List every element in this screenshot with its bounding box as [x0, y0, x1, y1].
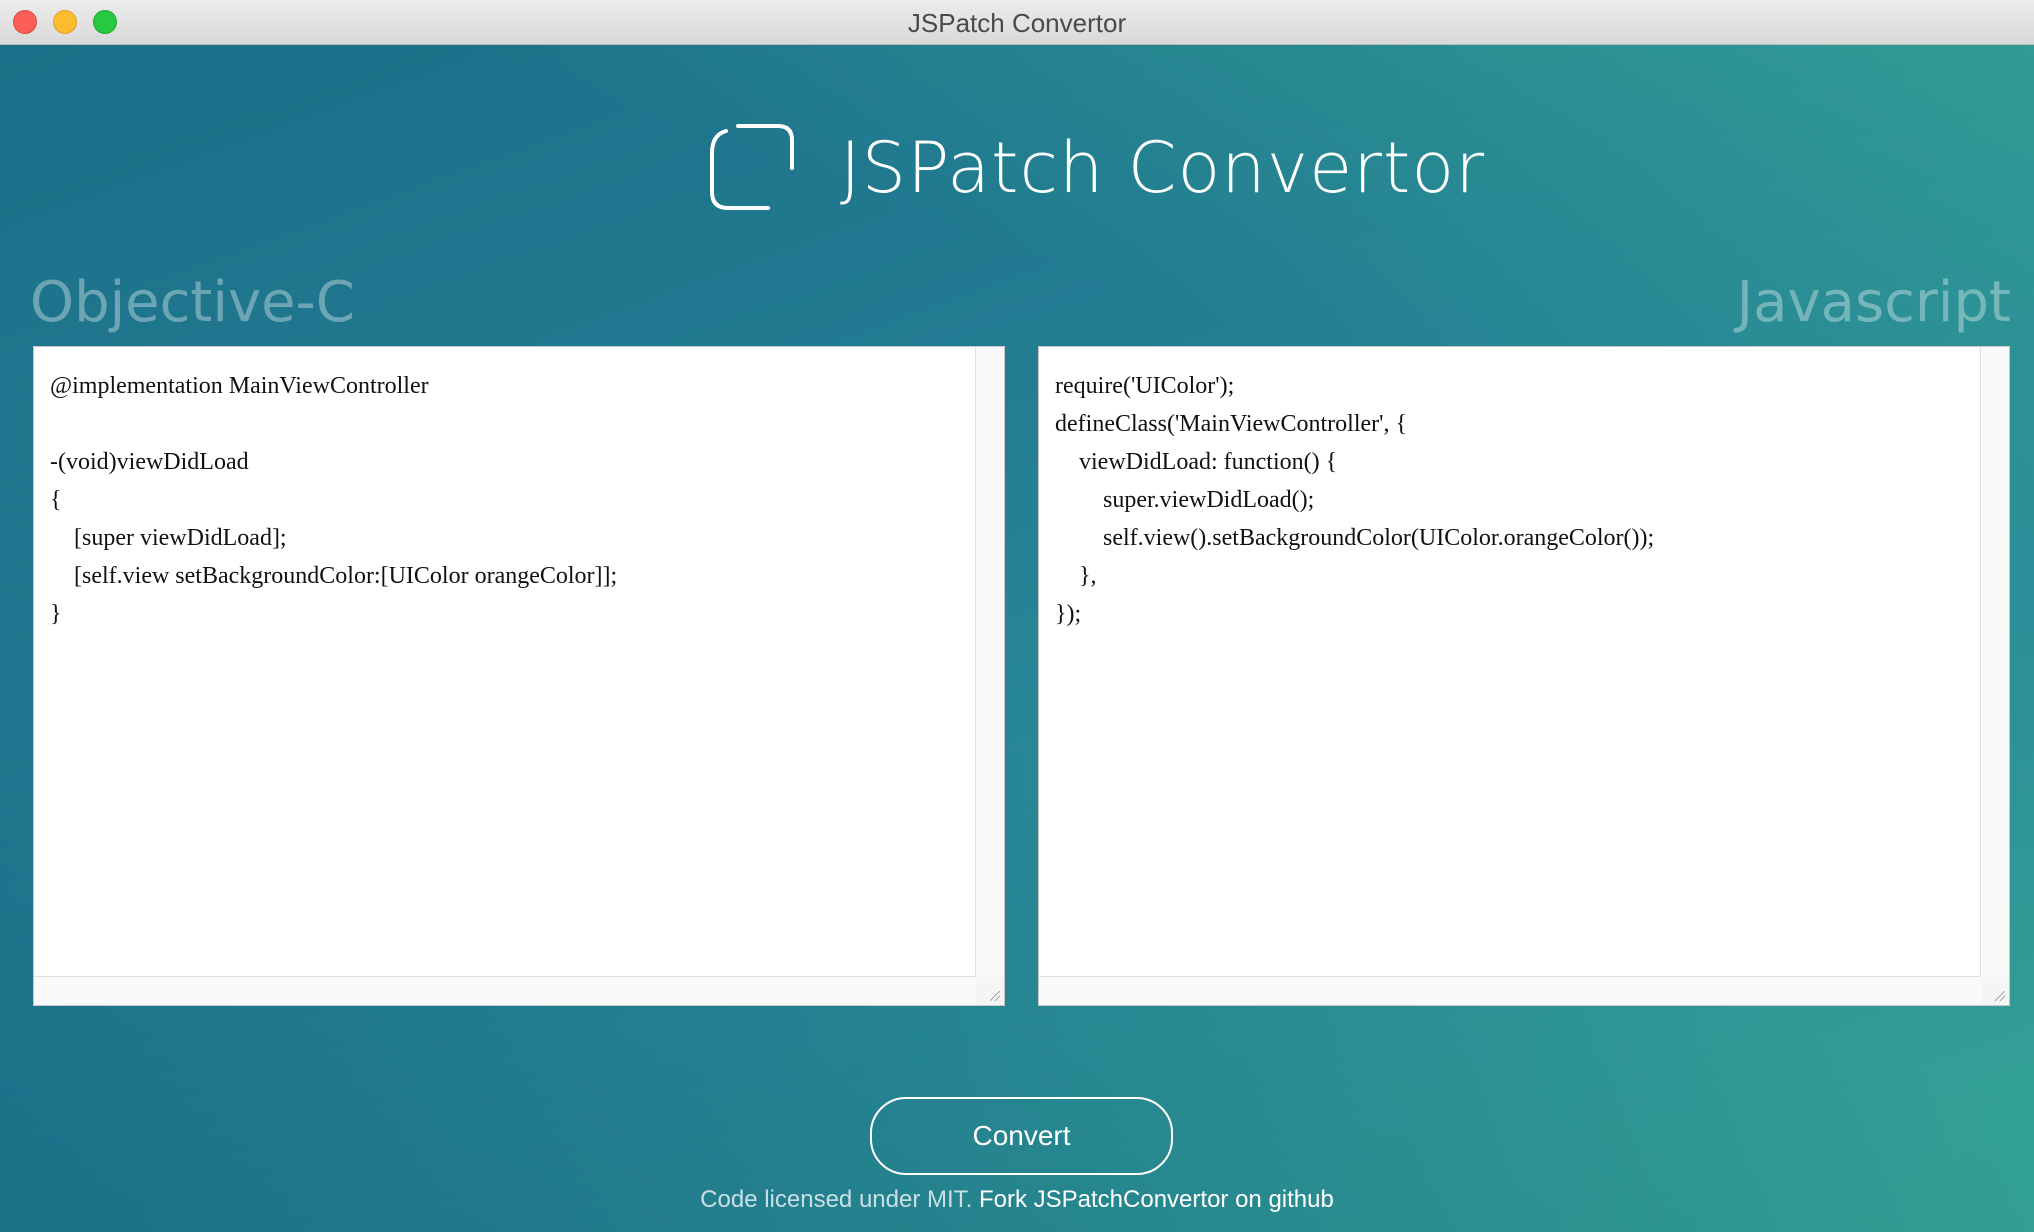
- horizontal-scrollbar[interactable]: [1039, 976, 1981, 1005]
- github-fork-link[interactable]: Fork JSPatchConvertor on github: [979, 1186, 1334, 1213]
- objective-c-code[interactable]: @implementation MainViewController -(voi…: [50, 367, 972, 633]
- resize-grip-icon[interactable]: [976, 977, 1004, 1005]
- main-content: JSPatch Convertor Objective-C Javascript…: [0, 45, 2034, 1232]
- javascript-editor[interactable]: require('UIColor'); defineClass('MainVie…: [1038, 346, 2010, 1006]
- javascript-label: Javascript: [1736, 270, 2011, 335]
- footer: Code licensed under MIT. Fork JSPatchCon…: [0, 1186, 2034, 1214]
- javascript-code[interactable]: require('UIColor'); defineClass('MainVie…: [1055, 367, 1977, 633]
- horizontal-scrollbar[interactable]: [34, 976, 976, 1005]
- app-title: JSPatch Convertor: [840, 127, 1485, 209]
- app-window: JSPatch Convertor JSPatch Convertor Obje…: [0, 0, 2034, 1232]
- title-bar[interactable]: JSPatch Convertor: [0, 0, 2034, 45]
- vertical-scrollbar[interactable]: [1980, 347, 2009, 979]
- license-text: Code licensed under MIT.: [700, 1186, 979, 1213]
- convert-button[interactable]: Convert: [870, 1097, 1173, 1175]
- rounded-square-logo-icon: [710, 124, 794, 210]
- window-title: JSPatch Convertor: [907, 8, 1127, 38]
- objective-c-label: Objective-C: [30, 270, 355, 335]
- resize-grip-icon[interactable]: [1981, 977, 2009, 1005]
- vertical-scrollbar[interactable]: [975, 347, 1004, 979]
- objective-c-editor[interactable]: @implementation MainViewController -(voi…: [33, 346, 1005, 1006]
